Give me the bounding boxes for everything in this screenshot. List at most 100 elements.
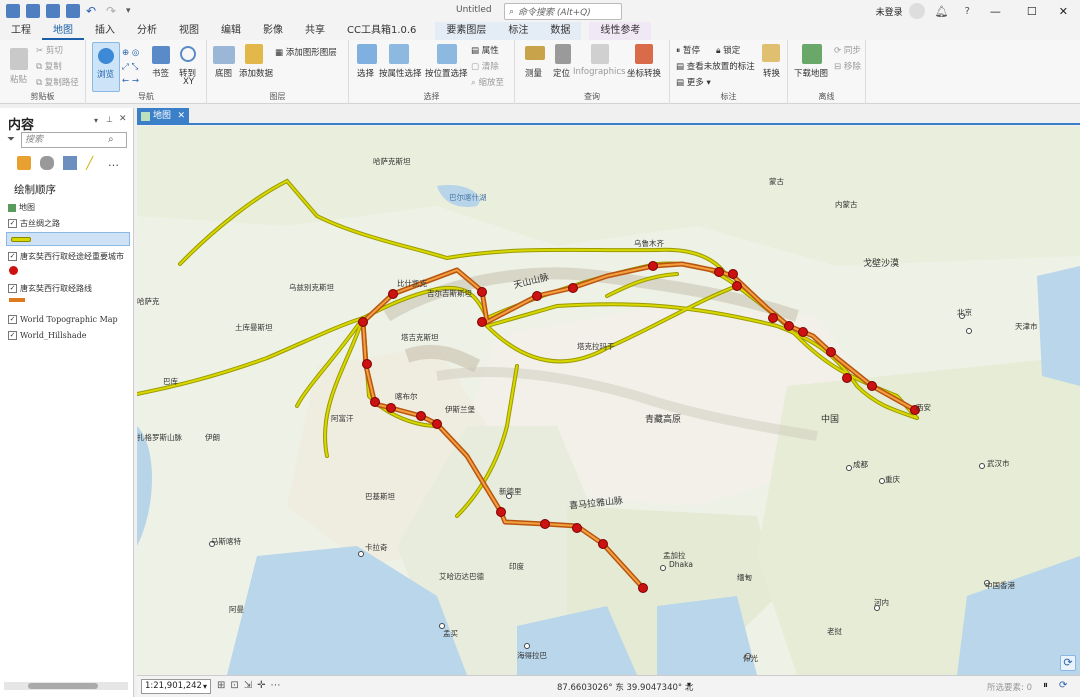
- layer-world-topo[interactable]: ✓ World Topographic Map: [8, 315, 118, 324]
- tab-edit[interactable]: 编辑: [210, 22, 252, 40]
- tab-labeling[interactable]: 标注: [497, 22, 539, 40]
- close-icon[interactable]: ✕: [1059, 5, 1068, 18]
- select-button[interactable]: 选择: [357, 67, 374, 79]
- select-by-attributes-button[interactable]: 按属性选择: [379, 67, 422, 79]
- list-by-editing-icon[interactable]: ╱: [86, 156, 100, 170]
- remove-button[interactable]: ⊟ 移除: [834, 60, 861, 72]
- list-by-drawing-order-icon[interactable]: [17, 156, 31, 170]
- clear-button[interactable]: ▢ 清除: [471, 60, 499, 72]
- map-node[interactable]: 地图: [8, 202, 35, 213]
- tab-feature-layer[interactable]: 要素图层: [435, 22, 497, 40]
- minimize-icon[interactable]: —: [990, 5, 1001, 18]
- layer-silk-road[interactable]: ✓ 古丝绸之路: [8, 218, 60, 229]
- coordinate-conversion-button[interactable]: 坐标转换: [627, 67, 661, 79]
- copy-path-button[interactable]: ⧉ 复制路径: [36, 76, 79, 88]
- pause-labels-button[interactable]: ⏸ 暂停: [676, 44, 700, 56]
- label-myanmar: 缅甸: [737, 573, 752, 582]
- redo-icon[interactable]: ↷: [106, 4, 120, 18]
- label-gobi: 戈壁沙漠: [863, 259, 900, 269]
- label-iran: 伊朗: [205, 433, 220, 442]
- map-view-tools[interactable]: ⊞⊡⇲✛⋯: [217, 680, 286, 691]
- save-icon[interactable]: [66, 4, 80, 18]
- layer-visibility-checkbox[interactable]: ✓: [8, 331, 17, 340]
- close-pane-icon[interactable]: ✕: [119, 114, 127, 124]
- refresh-icon[interactable]: ⟳: [1060, 655, 1076, 671]
- filter-icon[interactable]: ⏷: [7, 134, 15, 145]
- city-point: [477, 287, 487, 297]
- tab-imagery[interactable]: 影像: [252, 22, 294, 40]
- map-canvas[interactable]: 哈萨克斯坦 蒙古 内蒙古 戈壁沙漠 巴尔喀什湖 天山山脉 吉尔吉斯斯坦 乌兹别克…: [137, 126, 1080, 675]
- tab-insert[interactable]: 插入: [84, 22, 126, 40]
- layer-visibility-checkbox[interactable]: ✓: [8, 219, 17, 228]
- pin-icon[interactable]: ⊥: [106, 115, 113, 124]
- copy-button[interactable]: ⧉ 复制: [36, 60, 62, 72]
- sync-button[interactable]: ⟳ 同步: [834, 44, 861, 56]
- bookmarks-button[interactable]: 书签: [152, 67, 169, 79]
- tab-share[interactable]: 共享: [294, 22, 336, 40]
- zoom-to-button[interactable]: ⌕ 缩放至: [471, 76, 504, 88]
- tab-data[interactable]: 数据: [539, 22, 581, 40]
- layer-visibility-checkbox[interactable]: ✓: [8, 284, 17, 293]
- horizontal-scrollbar[interactable]: [4, 682, 128, 690]
- tab-cc-toolbox[interactable]: CC工具箱1.0.6: [336, 22, 427, 40]
- select-by-location-button[interactable]: 按位置选择: [425, 67, 468, 79]
- paste-button[interactable]: 粘贴: [10, 73, 27, 85]
- pause-drawing-icon[interactable]: ⏸: [1043, 680, 1048, 691]
- sign-in-status[interactable]: 未登录: [876, 5, 903, 18]
- command-search[interactable]: ⌕ 命令搜索 (Alt+Q): [504, 3, 622, 20]
- city-point: [496, 507, 506, 517]
- list-by-selection-icon[interactable]: [63, 156, 77, 170]
- tab-view[interactable]: 视图: [168, 22, 210, 40]
- selected-features-count: 所选要素: 0: [987, 683, 1032, 693]
- tab-project[interactable]: 工程: [0, 22, 42, 40]
- zoom-fixed-icon[interactable]: ⤢ ⤡: [122, 62, 138, 72]
- map-tab-label: 地图: [153, 111, 172, 121]
- label-kabul: 喀布尔: [395, 392, 418, 401]
- locate-button[interactable]: 定位: [553, 67, 570, 79]
- more-labeling-button[interactable]: ▤ 更多 ▾: [676, 76, 711, 88]
- label-zagros: 扎格罗斯山脉: [137, 433, 182, 442]
- list-by-data-source-icon[interactable]: [40, 156, 54, 170]
- coordinate-format-chevron-icon[interactable]: ▾: [687, 680, 691, 689]
- measure-button[interactable]: 测量: [525, 67, 542, 79]
- scrollbar-thumb[interactable]: [28, 683, 98, 689]
- convert-labels-button[interactable]: 转换: [763, 67, 780, 79]
- refresh-map-icon[interactable]: ⟳: [1059, 680, 1067, 691]
- layer-xuanzang-route[interactable]: ✓ 唐玄奘西行取经路线: [8, 283, 92, 294]
- city-point: [842, 373, 852, 383]
- layer-visibility-checkbox[interactable]: ✓: [8, 315, 17, 324]
- more-options-icon[interactable]: …: [108, 156, 119, 169]
- scale-selector[interactable]: 1:21,901,242 ▾: [141, 679, 211, 694]
- map-view-tab[interactable]: 地图 ✕: [137, 108, 189, 125]
- attributes-button[interactable]: ▤ 属性: [471, 44, 499, 56]
- previous-extent-icon[interactable]: ← →: [122, 76, 139, 86]
- layer-visibility-checkbox[interactable]: ✓: [8, 252, 17, 261]
- basemap-button[interactable]: 底图: [215, 67, 232, 79]
- avatar[interactable]: [908, 3, 925, 19]
- lock-labels-button[interactable]: 🔒︎ 锁定: [716, 44, 740, 56]
- layer-world-hillshade[interactable]: ✓ World_Hillshade: [8, 331, 87, 340]
- notification-bell-icon[interactable]: 🔔︎: [935, 5, 949, 18]
- view-unplaced-button[interactable]: ▤ 查看未放置的标注: [676, 60, 755, 72]
- silk-road-symbol-row[interactable]: [6, 232, 130, 246]
- layer-xuanzang-cities[interactable]: ✓ 唐玄奘西行取经途经重要城市: [8, 251, 124, 262]
- open-project-icon[interactable]: [46, 4, 60, 18]
- undo-icon[interactable]: ↶: [86, 4, 100, 18]
- help-button[interactable]: ?: [965, 6, 970, 17]
- tab-analysis[interactable]: 分析: [126, 22, 168, 40]
- new-project-icon[interactable]: [26, 4, 40, 18]
- close-tab-icon[interactable]: ✕: [177, 108, 185, 125]
- full-extent-icon[interactable]: ⊕ ◎: [122, 48, 139, 58]
- city-point: [638, 583, 648, 593]
- tab-linear-referencing[interactable]: 线性参考: [589, 22, 651, 40]
- add-data-button[interactable]: 添加数据: [239, 67, 273, 79]
- maximize-icon[interactable]: ☐: [1027, 5, 1037, 18]
- cut-button[interactable]: ✂ 剪切: [36, 44, 63, 56]
- city-point: [768, 313, 778, 323]
- infographics-button[interactable]: Infographics: [573, 67, 625, 77]
- download-map-button[interactable]: 下载地图: [794, 67, 828, 79]
- tab-map[interactable]: 地图: [42, 22, 84, 40]
- pane-options-icon[interactable]: ▾: [94, 116, 98, 125]
- add-graphics-layer-button[interactable]: ▦ 添加图形图层: [275, 46, 337, 58]
- customize-quick-access-icon[interactable]: ▾: [126, 6, 131, 16]
